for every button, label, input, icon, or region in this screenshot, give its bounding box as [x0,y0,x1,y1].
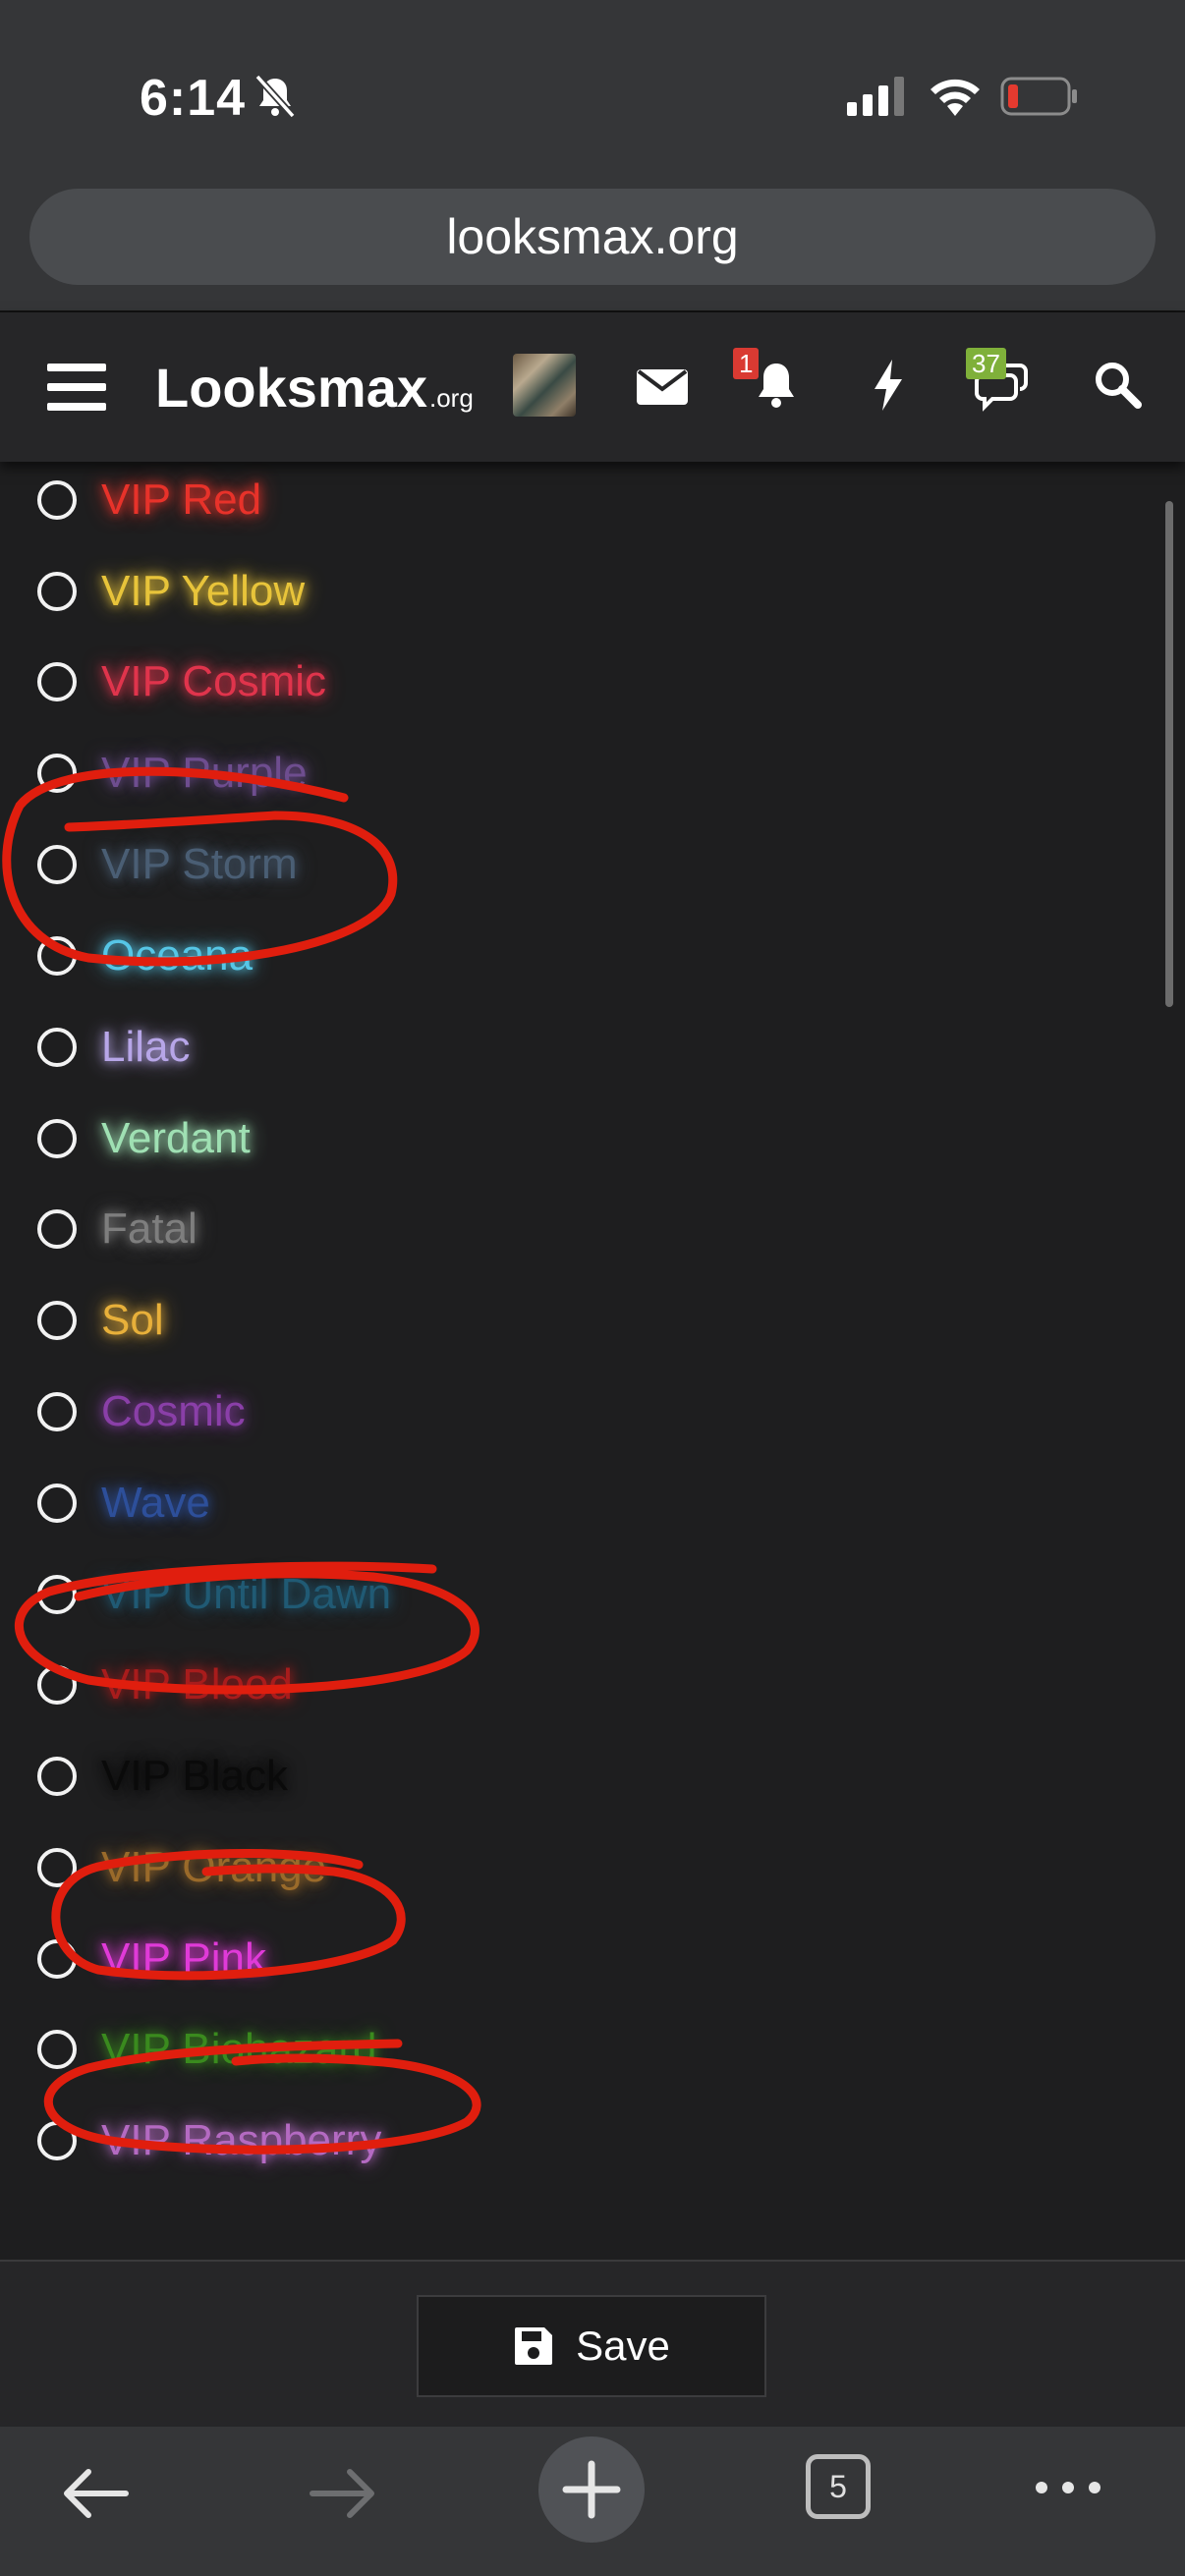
logo-text: Looksmax [155,357,427,419]
lightning-icon[interactable] [859,356,918,415]
radio-button[interactable] [37,1665,77,1705]
style-option-label: Wave [101,1479,210,1527]
radio-button[interactable] [37,2121,77,2160]
style-option[interactable]: Cosmic [0,1368,1140,1458]
radio-button[interactable] [37,936,77,976]
style-option[interactable]: VIP Blood [0,1641,1140,1731]
style-option[interactable]: VIP Storm [0,820,1140,911]
radio-button[interactable] [37,1301,77,1340]
style-option[interactable]: VIP Orange [0,1823,1140,1914]
search-icon[interactable] [1089,356,1148,415]
radio-button[interactable] [37,1757,77,1796]
radio-button[interactable] [37,1848,77,1887]
style-option[interactable]: Fatal [0,1185,1140,1275]
style-option[interactable]: Oceana [0,912,1140,1002]
style-option[interactable]: VIP Until Dawn [0,1550,1140,1641]
style-option[interactable]: Wave [0,1459,1140,1549]
radio-button[interactable] [37,1028,77,1067]
radio-button[interactable] [37,754,77,793]
style-option[interactable]: Verdant [0,1094,1140,1185]
radio-button[interactable] [37,1939,77,1979]
style-option-label: VIP Red [101,476,262,524]
browser-top-chrome: 6:14 looksmax.org [0,0,1185,310]
radio-button[interactable] [37,1392,77,1431]
style-option-label: Cosmic [101,1387,246,1435]
new-tab-button[interactable] [538,2436,645,2543]
envelope-icon[interactable] [633,356,692,415]
radio-button[interactable] [37,1209,77,1249]
logo-suffix: .org [429,383,474,413]
radio-button[interactable] [37,480,77,520]
more-options-icon[interactable] [1034,2478,1102,2497]
hamburger-menu-icon[interactable] [47,360,106,415]
style-option-label: VIP Blood [101,1660,293,1708]
style-option[interactable]: VIP Yellow [0,547,1140,638]
back-arrow-icon[interactable] [57,2464,132,2523]
wifi-icon [931,79,980,116]
scrollbar[interactable] [1165,501,1173,1007]
save-button-label: Save [576,2323,670,2369]
site-header: Looksmax.org 1 37 [0,312,1185,462]
site-logo[interactable]: Looksmax.org [155,356,474,420]
style-option[interactable]: VIP Raspberry [0,2097,1140,2187]
style-option-label: Oceana [101,931,254,980]
style-option-label: VIP Raspberry [101,2116,382,2164]
style-option[interactable]: VIP Red [0,456,1140,546]
avatar[interactable] [513,354,576,417]
style-option-label: VIP Cosmic [101,657,327,705]
status-time: 6:14 [140,70,247,127]
cellular-signal-icon [847,77,904,116]
style-option[interactable]: VIP Pink [0,1915,1140,2005]
style-option[interactable]: VIP Purple [0,729,1140,819]
style-option-label: VIP Yellow [101,567,306,615]
radio-button[interactable] [37,1119,77,1158]
form-footer: Save [0,2260,1185,2427]
style-option-label: VIP Orange [101,1843,327,1891]
style-option[interactable]: VIP Cosmic [0,638,1140,728]
plus-icon [562,2460,621,2519]
style-option-label: VIP Until Dawn [101,1570,392,1618]
floppy-disk-icon [515,2327,553,2365]
style-option-label: Sol [101,1296,164,1344]
alerts-badge: 1 [733,348,760,379]
conversations-badge: 37 [966,348,1006,379]
style-option-label: Lilac [101,1023,191,1071]
radio-button[interactable] [37,572,77,611]
style-option-label: VIP Storm [101,840,298,888]
style-option[interactable]: Lilac [0,1003,1140,1093]
style-option[interactable]: Sol [0,1276,1140,1367]
style-option-label: VIP Biohazard [101,2025,377,2073]
radio-button[interactable] [37,1484,77,1523]
browser-bottom-toolbar: 5 [0,2427,1185,2576]
radio-button[interactable] [37,845,77,884]
style-option[interactable]: VIP Biohazard [0,2005,1140,2096]
battery-icon [1000,77,1077,116]
style-option-label: VIP Purple [101,749,308,797]
tabs-count-button[interactable]: 5 [806,2454,871,2519]
bell-slash-icon [254,74,296,119]
radio-button[interactable] [37,662,77,701]
radio-button[interactable] [37,1575,77,1614]
style-option-label: VIP Pink [101,1934,266,1983]
style-option[interactable]: VIP Black [0,1732,1140,1822]
save-button[interactable]: Save [417,2295,766,2397]
style-option-label: VIP Black [101,1752,288,1800]
radio-button[interactable] [37,2030,77,2069]
url-bar[interactable]: looksmax.org [29,189,1156,285]
forward-arrow-icon[interactable] [307,2464,381,2523]
style-option-label: Verdant [101,1114,251,1162]
style-option-label: Fatal [101,1204,198,1253]
